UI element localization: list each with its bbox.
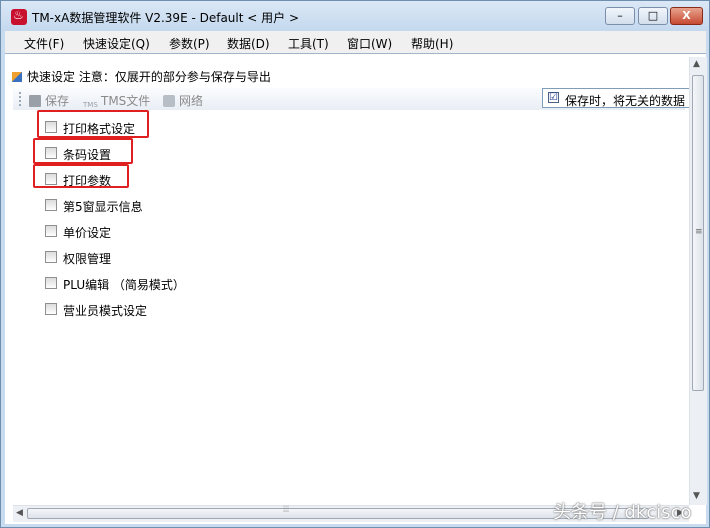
checkbox[interactable]: [45, 277, 57, 289]
menu-data[interactable]: 数据(D): [227, 35, 270, 52]
toolbar-grip[interactable]: [19, 92, 23, 106]
checkbox[interactable]: [45, 251, 57, 263]
window-title: TM-xA数据管理软件 V2.39E - Default < 用户 >: [32, 11, 300, 25]
highlight-box: [33, 164, 129, 188]
scroll-up-arrow-icon[interactable]: ▲: [693, 59, 700, 69]
network-icon: [163, 95, 175, 107]
save-option-checkbox[interactable]: ☑ 保存时，将无关的数据: [542, 88, 690, 108]
panel-title-text: 快速设定 注意：仅展开的部分参与保存与导出: [27, 70, 271, 84]
menu-file[interactable]: 文件(F): [24, 35, 64, 52]
quick-setup-icon: [12, 72, 22, 82]
floppy-disk-icon: [29, 95, 41, 107]
menu-window[interactable]: 窗口(W): [347, 35, 392, 52]
close-button[interactable]: X: [670, 7, 703, 25]
save-option-label: 保存时，将无关的数据: [565, 94, 686, 108]
network-label: 网络: [179, 94, 204, 108]
menu-bar: 文件(F) 快速设定(Q) 参数(P) 数据(D) 工具(T) 窗口(W) 帮助…: [5, 31, 706, 53]
menu-tools[interactable]: 工具(T): [288, 35, 329, 52]
scroll-left-arrow-icon[interactable]: ◀: [16, 508, 23, 518]
minimize-button[interactable]: –: [605, 7, 635, 25]
maximize-button[interactable]: □: [638, 7, 668, 25]
scroll-down-arrow-icon[interactable]: ▼: [693, 491, 700, 501]
checkbox[interactable]: [45, 225, 57, 237]
scroll-grip-icon: ≡: [695, 227, 703, 237]
tms-file-label: TMS文件: [101, 94, 151, 108]
scroll-grip-icon: ⦙⦙⦙: [283, 505, 290, 515]
quick-setup-panel: 快速设定 注意：仅展开的部分参与保存与导出 保存 TMS TMS文件 网络 ☑ 保…: [5, 53, 707, 524]
save-button-label: 保存: [45, 94, 70, 108]
option-label: 权限管理: [63, 252, 112, 266]
watermark: 头条号 / dkcisco: [553, 502, 692, 523]
option-label: 第5窗显示信息: [63, 200, 143, 214]
menu-help[interactable]: 帮助(H): [411, 35, 453, 52]
save-button[interactable]: 保存: [29, 92, 69, 109]
title-bar[interactable]: TM-xA数据管理软件 V2.39E - Default < 用户 > – □ …: [1, 1, 709, 31]
app-window: TM-xA数据管理软件 V2.39E - Default < 用户 > – □ …: [0, 0, 710, 528]
highlight-box: [33, 138, 133, 164]
option-label: 单价设定: [63, 226, 112, 240]
checkbox[interactable]: [45, 303, 57, 315]
checkbox[interactable]: [45, 199, 57, 211]
menu-quick-setup[interactable]: 快速设定(Q): [83, 35, 150, 52]
option-label: 营业员模式设定: [63, 304, 148, 318]
network-button[interactable]: 网络: [163, 92, 203, 109]
menu-parameters[interactable]: 参数(P): [169, 35, 210, 52]
vertical-scrollbar[interactable]: ▲ ≡ ▼: [689, 57, 707, 505]
save-option-check-mark: ☑: [548, 92, 559, 103]
toolbar: 保存 TMS TMS文件 网络 ☑ 保存时，将无关的数据: [13, 88, 690, 110]
option-label: PLU编辑 （简易模式）: [63, 278, 185, 292]
app-logo-icon: [11, 8, 27, 25]
highlight-box: [37, 110, 149, 138]
panel-title: 快速设定 注意：仅展开的部分参与保存与导出: [12, 68, 271, 85]
